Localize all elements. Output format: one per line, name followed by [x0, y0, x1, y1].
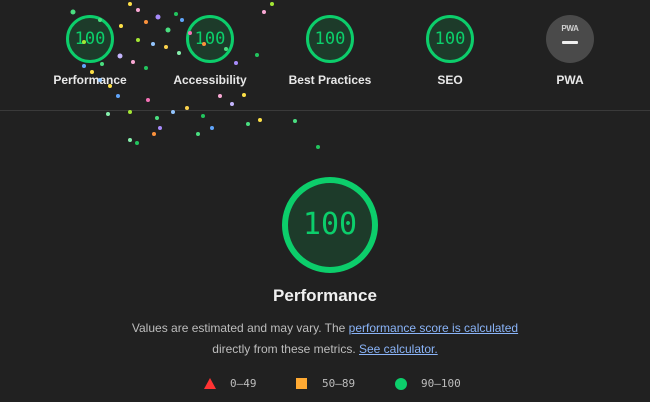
legend-fail-range: 0–49: [230, 377, 257, 390]
gauge-ring: 100: [186, 15, 234, 63]
performance-score-value: 100: [302, 207, 358, 242]
see-calculator-link[interactable]: See calculator.: [359, 342, 438, 356]
legend-pass-range: 90–100: [421, 377, 461, 390]
gauge-ring: 100: [306, 15, 354, 63]
gauge-accessibility[interactable]: 100 Accessibility: [150, 15, 270, 87]
fail-triangle-icon: [204, 378, 216, 389]
pass-circle-icon: [395, 378, 407, 390]
performance-score-link[interactable]: performance score is calculated: [349, 321, 518, 335]
pwa-badge-text: PWA: [561, 24, 579, 33]
gauge-label: Best Practices: [288, 73, 372, 87]
scores-header: 100 Performance 100 Accessibility 100 Be…: [0, 0, 650, 111]
average-square-icon: [296, 378, 307, 389]
gauge-label: Accessibility: [173, 73, 247, 87]
gauge-ring: 100: [426, 15, 474, 63]
performance-title: Performance: [273, 286, 377, 305]
legend-average-range: 50–89: [322, 377, 356, 390]
gauge-label: PWA: [556, 73, 584, 87]
performance-description: Values are estimated and may vary. The p…: [0, 318, 650, 360]
pwa-badge: PWA: [546, 15, 594, 63]
score-legend: 0–49 50–89 90–100: [0, 376, 650, 394]
gauge-score: 100: [74, 29, 106, 49]
performance-score-gauge: 100: [282, 177, 378, 273]
gauge-score: 100: [194, 29, 226, 49]
gauge-performance[interactable]: 100 Performance: [30, 15, 150, 87]
gauge-score: 100: [314, 29, 346, 49]
gauge-label: Performance: [53, 73, 127, 87]
pwa-dash-icon: [562, 41, 578, 44]
desc-text-2: directly from these metrics.: [212, 342, 359, 356]
gauge-ring: 100: [66, 15, 114, 63]
gauge-label: SEO: [437, 73, 463, 87]
desc-text-1: Values are estimated and may vary. The: [131, 321, 349, 335]
gauge-score: 100: [434, 29, 466, 49]
gauge-pwa[interactable]: PWA PWA: [510, 15, 630, 87]
gauge-best-practices[interactable]: 100 Best Practices: [270, 15, 390, 87]
gauge-seo[interactable]: 100 SEO: [390, 15, 510, 87]
